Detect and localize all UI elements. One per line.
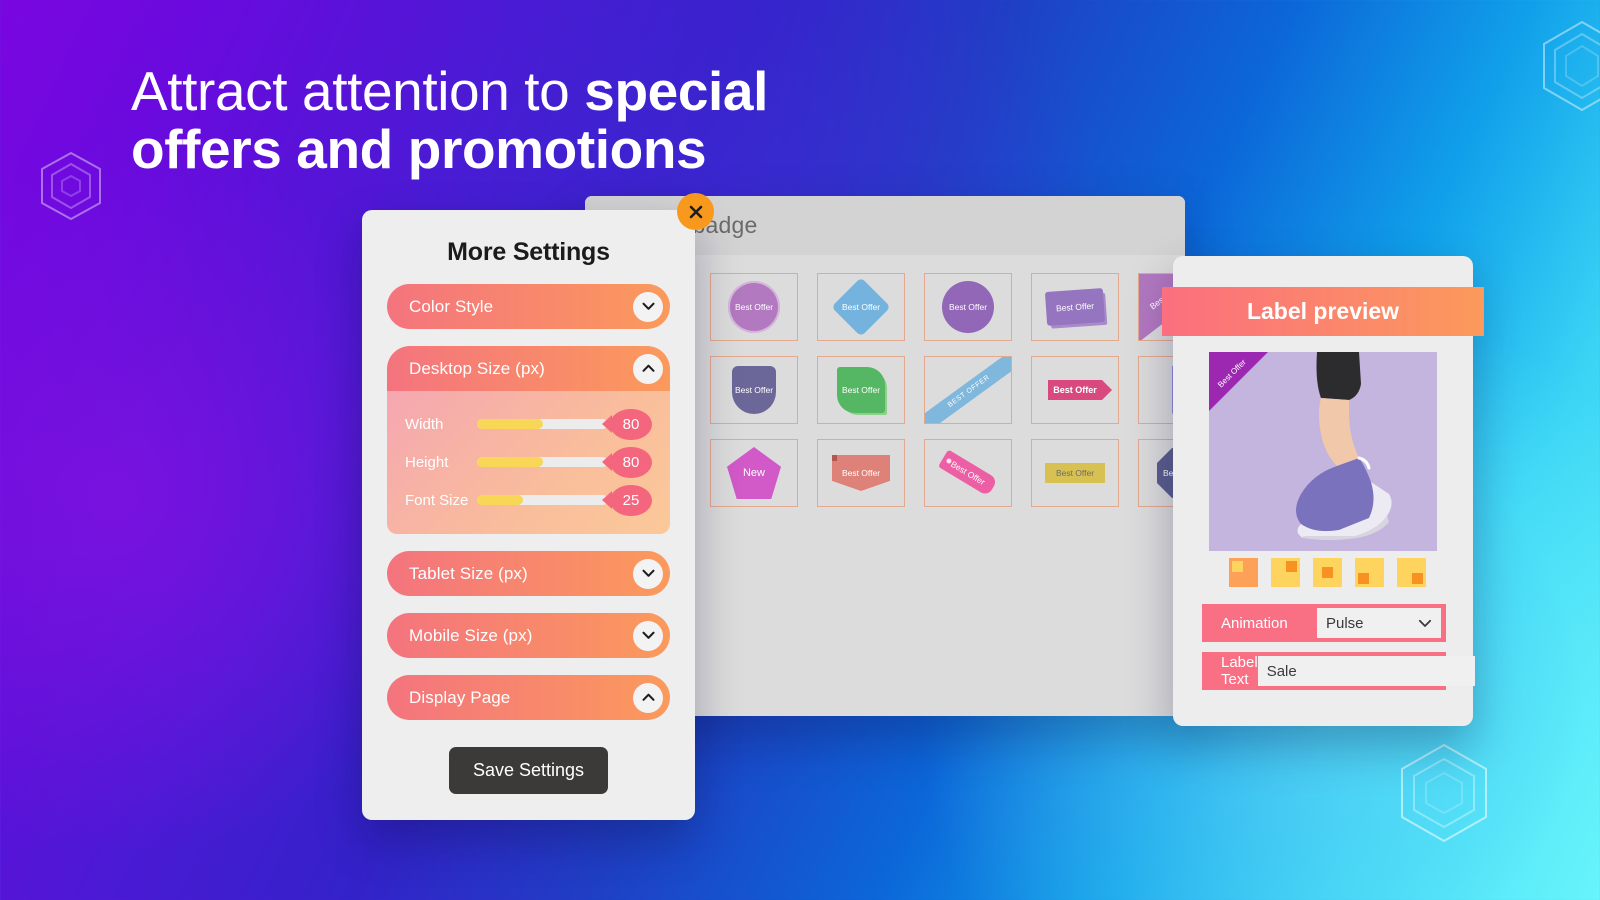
page-title: Attract attention to special offers and p… <box>131 62 1031 179</box>
slider-fill <box>477 419 543 429</box>
accordion-tablet-size[interactable]: Tablet Size (px) <box>387 551 670 596</box>
position-marker <box>1412 573 1423 584</box>
position-swatch-bottom-left[interactable] <box>1355 558 1384 587</box>
accordion-color-style[interactable]: Color Style <box>387 284 670 329</box>
slider-fill <box>477 495 523 505</box>
product-image: Best Offer <box>1209 352 1437 551</box>
position-swatch-bottom-right[interactable] <box>1397 558 1426 587</box>
accordion-display-page[interactable]: Display Page <box>387 675 670 720</box>
slider-label: Font Size <box>405 491 469 509</box>
position-swatch-top-left[interactable] <box>1229 558 1258 587</box>
accordion-label: Mobile Size (px) <box>409 625 533 645</box>
chevron-down-icon <box>1418 619 1432 627</box>
badge-cell[interactable]: Best Offer <box>817 356 905 424</box>
slider-track[interactable] <box>477 457 608 467</box>
chevron-up-icon[interactable] <box>633 682 663 713</box>
badge-cell[interactable]: Best Offer <box>710 273 798 341</box>
position-marker <box>1232 561 1243 572</box>
close-icon[interactable] <box>677 193 714 230</box>
badge-label: Best Offer <box>949 458 987 488</box>
label-position-selector <box>1229 558 1426 587</box>
slider-value-badge: 25 <box>610 484 652 516</box>
slider-width[interactable]: Width 80 <box>405 408 652 440</box>
label-preview-title: Label preview <box>1162 287 1484 336</box>
chevron-down-icon[interactable] <box>633 620 663 651</box>
slider-font-size[interactable]: Font Size 25 <box>405 484 652 516</box>
slider-value-badge: 80 <box>610 408 652 440</box>
label-text-input[interactable] <box>1257 656 1475 686</box>
slider-fill <box>477 457 543 467</box>
position-swatch-center[interactable] <box>1313 558 1342 587</box>
badge-cell[interactable]: New <box>710 439 798 507</box>
animation-select[interactable]: Pulse <box>1317 608 1441 638</box>
slider-value-badge: 80 <box>610 446 652 478</box>
headline-bold-1: special <box>584 60 768 122</box>
position-swatch-top-right[interactable] <box>1271 558 1300 587</box>
badge-label: BEST OFFER <box>946 374 992 409</box>
panel-title: More Settings <box>447 238 610 266</box>
animation-selected-value: Pulse <box>1326 614 1364 632</box>
badge-label: New <box>742 467 765 479</box>
badge-label: Best Offer <box>1055 300 1095 314</box>
badge-label: Best Offer <box>734 385 774 395</box>
slider-track[interactable] <box>477 495 608 505</box>
badge-cell[interactable]: Best Offer <box>1031 439 1119 507</box>
accordion-label: Display Page <box>409 687 511 707</box>
badge-label: Best Offer <box>948 302 988 312</box>
close-glyph <box>689 205 702 218</box>
more-settings-panel: More Settings Color Style Desktop Size (… <box>362 193 714 820</box>
badge-cell[interactable]: Best Offer <box>1031 273 1119 341</box>
accordion-mobile-size[interactable]: Mobile Size (px) <box>387 613 670 658</box>
badge-label: Best Offer <box>1053 385 1097 395</box>
animation-setting-row: Animation Pulse <box>1202 604 1446 642</box>
accordion-label: Tablet Size (px) <box>409 563 528 583</box>
hexagon-decoration-left <box>41 151 101 221</box>
headline-normal: Attract attention to <box>131 60 585 122</box>
accordion-label: Color Style <box>409 296 494 316</box>
position-marker <box>1358 573 1369 584</box>
badge-cell[interactable]: BEST OFFER <box>924 356 1012 424</box>
slider-label: Width <box>405 415 444 433</box>
position-marker <box>1322 567 1333 578</box>
hexagon-decoration-topright <box>1543 20 1600 112</box>
chevron-up-icon[interactable] <box>633 353 663 384</box>
headline-bold-2: offers and promotions <box>131 118 707 181</box>
badge-cell[interactable]: Best Offer <box>1031 356 1119 424</box>
position-marker <box>1286 561 1297 572</box>
label-text-setting-row: Label Text <box>1202 652 1475 690</box>
animation-label: Animation <box>1221 614 1288 632</box>
badge-label: Best Offer <box>1055 468 1095 478</box>
chevron-down-icon[interactable] <box>633 291 663 322</box>
badge-cell[interactable]: Best Offer <box>924 273 1012 341</box>
slider-height[interactable]: Height 80 <box>405 446 652 478</box>
badge-cell[interactable]: Best Offer <box>710 356 798 424</box>
slider-track[interactable] <box>477 419 608 429</box>
slider-label: Height <box>405 453 449 471</box>
save-settings-button[interactable]: Save Settings <box>448 747 609 794</box>
badge-label: Best Offer <box>734 302 774 312</box>
accordion-label: Desktop Size (px) <box>409 358 545 378</box>
badge-label: Best Offer <box>841 385 881 395</box>
desktop-size-body: Width 80 Height 80 Font Size 25 <box>387 391 670 534</box>
badge-cell[interactable]: Best Offer <box>817 439 905 507</box>
label-text-label: Label Text <box>1221 654 1258 688</box>
badge-label: Best Offer <box>841 301 881 312</box>
label-preview-card: Label preview Best Offer Animation Pulse… <box>1162 256 1484 726</box>
hexagon-decoration-bottomright <box>1401 743 1487 843</box>
badge-label: Best Offer <box>841 468 881 478</box>
chevron-down-icon[interactable] <box>633 558 663 589</box>
badge-cell[interactable]: Best Offer <box>817 273 905 341</box>
badge-cell[interactable]: Best Offer <box>924 439 1012 507</box>
accordion-desktop-size[interactable]: Desktop Size (px) <box>387 346 670 391</box>
